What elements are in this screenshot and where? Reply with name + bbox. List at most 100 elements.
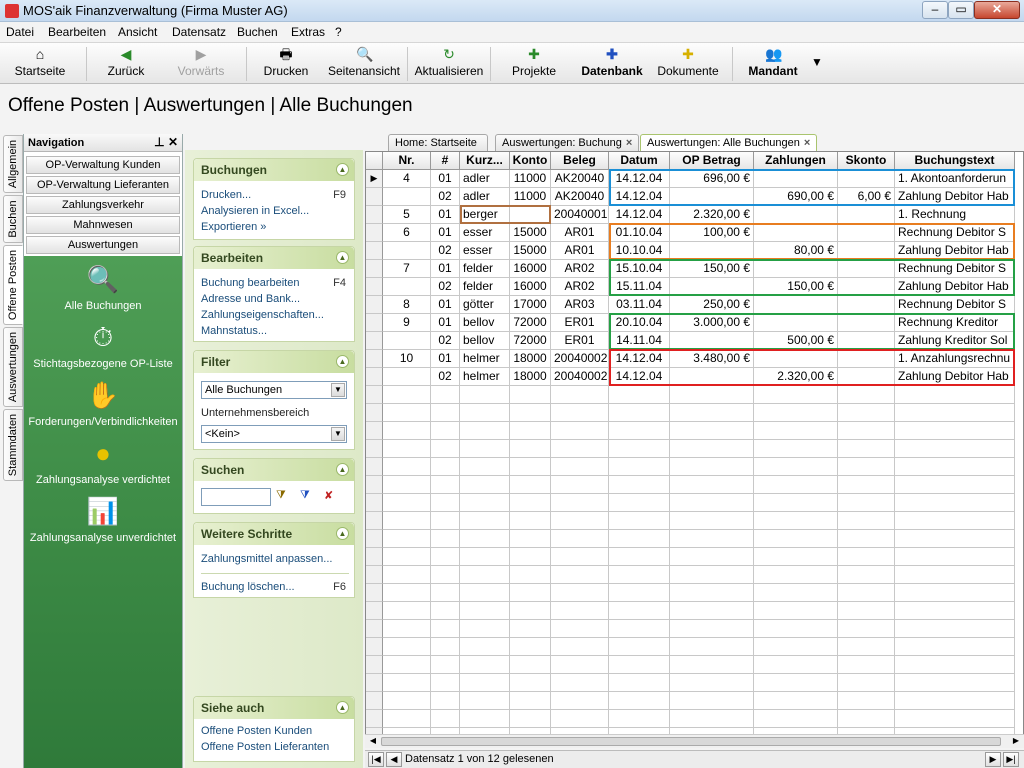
empty-cell[interactable] <box>383 440 431 458</box>
empty-cell[interactable] <box>609 710 670 728</box>
row-header[interactable] <box>366 548 383 566</box>
empty-cell[interactable] <box>838 476 895 494</box>
empty-cell[interactable] <box>895 566 1015 584</box>
empty-cell[interactable] <box>383 620 431 638</box>
empty-cell[interactable] <box>510 566 551 584</box>
empty-cell[interactable] <box>754 404 838 422</box>
col-buchungstext-cell[interactable]: Rechnung Debitor S <box>895 296 1015 314</box>
col-op-betrag-cell[interactable]: 150,00 € <box>670 260 754 278</box>
col-konto-cell[interactable]: 15000 <box>510 224 551 242</box>
task-excel[interactable]: Analysieren in Excel... <box>201 205 309 217</box>
col-konto-cell[interactable]: 18000 <box>510 350 551 368</box>
empty-cell[interactable] <box>551 638 609 656</box>
col-zahlungen-cell[interactable] <box>754 296 838 314</box>
empty-cell[interactable] <box>431 404 460 422</box>
empty-cell[interactable] <box>460 386 510 404</box>
col-konto-cell[interactable]: 11000 <box>510 188 551 206</box>
col-skonto-cell[interactable] <box>838 332 895 350</box>
col-pos-cell[interactable]: 02 <box>431 188 460 206</box>
task-buchung-bearbeiten[interactable]: Buchung bearbeiten <box>201 277 299 289</box>
col-skonto-cell[interactable]: 6,00 € <box>838 188 895 206</box>
last-record-button[interactable]: ▶| <box>1003 752 1019 767</box>
col-buchungstext-cell[interactable]: 1. Akontoanforderun <box>895 170 1015 188</box>
col-datum-cell[interactable]: 14.12.04 <box>609 170 670 188</box>
empty-cell[interactable] <box>838 710 895 728</box>
empty-cell[interactable] <box>838 458 895 476</box>
menu-help[interactable]: ? <box>335 25 342 39</box>
empty-cell[interactable] <box>431 692 460 710</box>
empty-cell[interactable] <box>431 512 460 530</box>
empty-cell[interactable] <box>431 584 460 602</box>
col-zahlungen-cell[interactable]: 2.320,00 € <box>754 368 838 386</box>
col-datum-cell[interactable]: 14.12.04 <box>609 350 670 368</box>
col-konto-cell[interactable]: 16000 <box>510 260 551 278</box>
row-header[interactable] <box>366 584 383 602</box>
collapse-icon[interactable]: ▲ <box>336 701 349 714</box>
empty-cell[interactable] <box>431 386 460 404</box>
link-offene-posten-lieferanten[interactable]: Offene Posten Lieferanten <box>201 741 329 753</box>
empty-cell[interactable] <box>609 656 670 674</box>
empty-cell[interactable] <box>383 512 431 530</box>
nav-op-lieferanten[interactable]: OP-Verwaltung Lieferanten <box>26 176 180 194</box>
empty-cell[interactable] <box>895 638 1015 656</box>
col-buchungstext-cell[interactable]: Rechnung Debitor S <box>895 260 1015 278</box>
forward-button[interactable]: ▶ Vorwärts <box>172 45 230 83</box>
empty-cell[interactable] <box>460 548 510 566</box>
col-op-betrag-cell[interactable] <box>670 278 754 296</box>
menu-ansicht[interactable]: Ansicht <box>118 25 157 39</box>
empty-cell[interactable] <box>460 530 510 548</box>
empty-cell[interactable] <box>431 566 460 584</box>
empty-cell[interactable] <box>551 620 609 638</box>
empty-cell[interactable] <box>431 656 460 674</box>
empty-cell[interactable] <box>754 494 838 512</box>
col-konto-cell[interactable]: 18000 <box>510 368 551 386</box>
buchungen-grid[interactable]: Nr. # Kurz... Konto Beleg Datum OP Betrag Zahlu… <box>365 151 1024 748</box>
row-header[interactable] <box>366 440 383 458</box>
empty-cell[interactable] <box>510 386 551 404</box>
empty-cell[interactable] <box>609 440 670 458</box>
col-beleg-cell[interactable]: ER01 <box>551 332 609 350</box>
col-beleg-cell[interactable]: AK20040 <box>551 170 609 188</box>
empty-cell[interactable] <box>383 566 431 584</box>
col-datum-header[interactable]: Datum <box>609 152 670 170</box>
menu-datei[interactable]: Datei <box>6 25 34 39</box>
empty-cell[interactable] <box>838 566 895 584</box>
menu-bearbeiten[interactable]: Bearbeiten <box>48 25 106 39</box>
col-nr-cell[interactable] <box>383 278 431 296</box>
col-skonto-header[interactable]: Skonto <box>838 152 895 170</box>
col-zahlungen-cell[interactable] <box>754 170 838 188</box>
print-button[interactable]: 🖶 Drucken <box>260 45 312 83</box>
empty-cell[interactable] <box>551 602 609 620</box>
col-pos-cell[interactable]: 02 <box>431 278 460 296</box>
empty-cell[interactable] <box>895 386 1015 404</box>
col-nr-cell[interactable]: 9 <box>383 314 431 332</box>
empty-cell[interactable] <box>670 494 754 512</box>
empty-cell[interactable] <box>510 548 551 566</box>
col-buchungstext-cell[interactable]: Zahlung Debitor Hab <box>895 368 1015 386</box>
empty-cell[interactable] <box>609 548 670 566</box>
col-nr-header[interactable]: Nr. <box>383 152 431 170</box>
row-header[interactable]: ▶ <box>366 170 383 188</box>
close-panel-icon[interactable]: ✕ <box>168 135 178 149</box>
empty-cell[interactable] <box>510 584 551 602</box>
col-beleg-header[interactable]: Beleg <box>551 152 609 170</box>
empty-cell[interactable] <box>460 458 510 476</box>
empty-cell[interactable] <box>460 422 510 440</box>
col-buchungstext-cell[interactable]: Zahlung Kreditor Sol <box>895 332 1015 350</box>
nav-item-stichtag[interactable]: ⏱ Stichtagsbezogene OP-Liste <box>24 320 182 370</box>
empty-cell[interactable] <box>460 638 510 656</box>
empty-cell[interactable] <box>510 692 551 710</box>
empty-cell[interactable] <box>551 566 609 584</box>
col-datum-cell[interactable]: 14.12.04 <box>609 206 670 224</box>
col-op-betrag-cell[interactable]: 3.480,00 € <box>670 350 754 368</box>
row-header[interactable] <box>366 386 383 404</box>
nav-zahlungsverkehr[interactable]: Zahlungsverkehr <box>26 196 180 214</box>
col-kurz-cell[interactable]: esser <box>460 242 510 260</box>
col-zahlungen-cell[interactable] <box>754 350 838 368</box>
col-skonto-cell[interactable] <box>838 350 895 368</box>
menu-datensatz[interactable]: Datensatz <box>172 25 226 39</box>
col-beleg-cell[interactable]: AR03 <box>551 296 609 314</box>
task-exportieren[interactable]: Exportieren » <box>201 221 266 233</box>
row-header[interactable] <box>366 404 383 422</box>
filter-clear-icon[interactable]: ✘ <box>324 489 333 502</box>
